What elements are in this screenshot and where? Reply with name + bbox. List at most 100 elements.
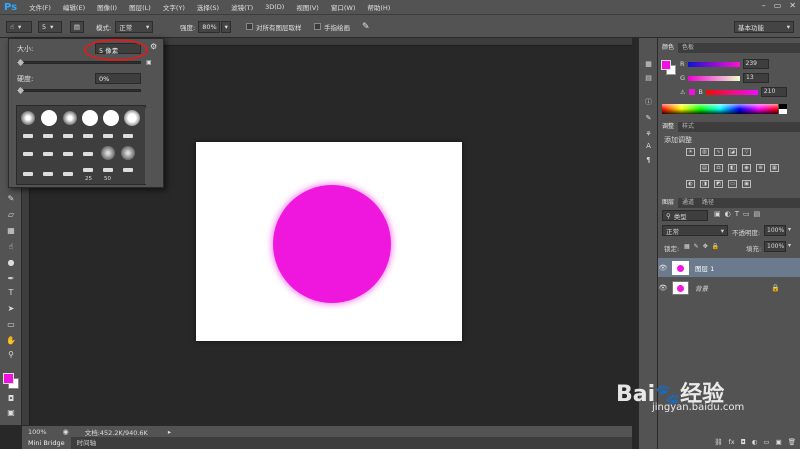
brush-preset-small[interactable] bbox=[43, 134, 53, 138]
status-menu-icon[interactable]: ◉ bbox=[63, 428, 69, 436]
b-value[interactable]: 210 bbox=[760, 87, 787, 97]
zoom-tool-icon[interactable]: ⚲ bbox=[5, 350, 17, 360]
new-layer-icon[interactable]: ▣ bbox=[776, 438, 782, 446]
link-layers-icon[interactable]: ⛓ bbox=[714, 438, 722, 446]
invert-icon[interactable]: ◐ bbox=[686, 180, 695, 188]
brush-preset-soft[interactable] bbox=[63, 111, 77, 125]
menu-type[interactable]: 文字(Y) bbox=[157, 2, 191, 12]
chevron-down-icon[interactable]: ▾ bbox=[788, 226, 791, 233]
menu-file[interactable]: 文件(F) bbox=[23, 2, 57, 12]
brush-preset-small[interactable] bbox=[23, 172, 33, 176]
brush-preset-hard[interactable] bbox=[82, 110, 98, 126]
strength-dropdown[interactable]: ▾ bbox=[221, 20, 232, 33]
brush-preset-small[interactable] bbox=[43, 172, 53, 176]
brush-preset-small[interactable] bbox=[83, 134, 93, 138]
status-arrow-icon[interactable]: ▸ bbox=[168, 428, 171, 436]
fx-icon[interactable]: fx bbox=[728, 438, 734, 446]
minimize-button[interactable]: – bbox=[762, 1, 766, 10]
mode-select[interactable]: 正常 ▾ bbox=[115, 20, 154, 33]
tab-mini-bridge[interactable]: Mini Bridge bbox=[22, 437, 71, 449]
brush-preset-soft[interactable] bbox=[101, 146, 115, 160]
menu-view[interactable]: 视图(V) bbox=[290, 2, 325, 12]
pressure-icon[interactable]: ✎ bbox=[362, 20, 370, 33]
sample-all-checkbox[interactable] bbox=[246, 23, 253, 30]
selective-color-icon[interactable]: ▣ bbox=[742, 180, 751, 188]
brush-grid-scrollbar[interactable] bbox=[145, 108, 151, 184]
tab-timeline[interactable]: 时间轴 bbox=[71, 437, 103, 449]
tab-adjustments[interactable]: 调整 bbox=[658, 122, 679, 132]
finger-paint-option[interactable]: 手指绘画 bbox=[314, 20, 350, 33]
type-tool-icon[interactable]: T bbox=[5, 288, 17, 298]
adjustment-layer-icon[interactable]: ◐ bbox=[752, 438, 758, 446]
color-balance-icon[interactable]: ⚖ bbox=[714, 164, 723, 172]
posterize-icon[interactable]: ◨ bbox=[700, 180, 709, 188]
hue-saturation-icon[interactable]: ▤ bbox=[700, 164, 709, 172]
screen-mode-icon[interactable]: ▣ bbox=[5, 408, 17, 418]
maximize-button[interactable]: ▭ bbox=[774, 1, 782, 10]
strength-input[interactable]: 80% bbox=[198, 20, 221, 33]
brush-preset-soft[interactable] bbox=[121, 146, 135, 160]
eraser-tool-icon[interactable]: ▱ bbox=[5, 210, 17, 220]
new-preset-icon[interactable]: ▣ bbox=[146, 59, 152, 66]
layer-name[interactable]: 图层 1 bbox=[695, 263, 714, 273]
zoom-level[interactable]: 100% bbox=[28, 428, 47, 436]
hand-tool-icon[interactable]: ✋ bbox=[5, 336, 17, 346]
pen-tool-icon[interactable]: ✒ bbox=[5, 274, 17, 284]
brush-size-picker[interactable]: 5 ▾ bbox=[38, 20, 62, 33]
brush-preset-small[interactable] bbox=[83, 152, 93, 156]
paragraph-icon[interactable]: ¶ bbox=[643, 156, 654, 165]
add-mask-icon[interactable]: ◘ bbox=[741, 438, 746, 446]
fill-input[interactable]: 100% bbox=[764, 241, 786, 252]
smudge-tool-icon[interactable]: ☝ bbox=[5, 242, 17, 252]
menu-edit[interactable]: 编辑(E) bbox=[57, 2, 91, 12]
brush-preset-small[interactable] bbox=[103, 134, 113, 138]
clone-source-icon[interactable]: ⚘ bbox=[643, 130, 654, 139]
gamut-swatch[interactable] bbox=[689, 89, 696, 95]
brush-panel-toggle[interactable]: ▤ bbox=[70, 20, 84, 33]
menu-layer[interactable]: 图层(L) bbox=[123, 2, 157, 12]
hardness-slider[interactable] bbox=[17, 89, 141, 92]
menu-3d[interactable]: 3D(D) bbox=[259, 3, 290, 11]
exposure-icon[interactable]: ◪ bbox=[728, 148, 737, 156]
foreground-color-swatch[interactable] bbox=[3, 373, 14, 384]
tab-channels[interactable]: 通道 bbox=[678, 198, 698, 208]
channel-mixer-icon[interactable]: ⊕ bbox=[756, 164, 765, 172]
chevron-down-icon[interactable]: ▾ bbox=[788, 242, 791, 249]
brush-preset-small[interactable] bbox=[63, 172, 73, 176]
trash-icon[interactable]: 🗑 bbox=[788, 438, 796, 446]
levels-icon[interactable]: ▥ bbox=[700, 148, 709, 156]
brush-preset-small[interactable] bbox=[23, 134, 33, 138]
layer-filter-icons[interactable]: ▣◐T▭▤ bbox=[714, 210, 764, 218]
curves-icon[interactable]: ∿ bbox=[714, 148, 723, 156]
size-slider[interactable] bbox=[17, 61, 141, 64]
green-slider[interactable] bbox=[688, 75, 741, 81]
photo-filter-icon[interactable]: ◉ bbox=[742, 164, 751, 172]
tab-paths[interactable]: 路径 bbox=[698, 198, 718, 208]
new-group-icon[interactable]: ▭ bbox=[763, 438, 769, 446]
tab-color[interactable]: 颜色 bbox=[658, 43, 679, 53]
blend-mode-select[interactable]: 正常 ▾ bbox=[662, 225, 728, 236]
brush-preset-hard[interactable] bbox=[41, 110, 57, 126]
eye-icon[interactable]: 👁 bbox=[658, 264, 668, 272]
layer-name[interactable]: 背景 bbox=[695, 283, 708, 293]
brush-preset-soft[interactable] bbox=[21, 111, 35, 125]
menu-filter[interactable]: 滤镜(T) bbox=[225, 2, 259, 12]
lock-icons[interactable]: ▦✎✥🔒 bbox=[684, 243, 723, 250]
tab-swatches[interactable]: 色板 bbox=[678, 43, 698, 53]
black-white-icon[interactable]: ◧ bbox=[728, 164, 737, 172]
brush-preset-small[interactable] bbox=[103, 168, 113, 172]
close-button[interactable]: ✕ bbox=[789, 1, 796, 10]
info-icon[interactable]: ⓘ bbox=[643, 98, 654, 107]
finger-paint-checkbox[interactable] bbox=[314, 23, 321, 30]
brush-preset-soft[interactable] bbox=[124, 110, 140, 126]
color-spectrum-ramp[interactable] bbox=[662, 104, 778, 114]
tool-preset-picker[interactable]: ☝ ▾ bbox=[6, 20, 32, 33]
layer-filter-select[interactable]: ⚲ 类型 bbox=[662, 210, 708, 221]
r-value[interactable]: 239 bbox=[742, 59, 769, 69]
menu-window[interactable]: 窗口(W) bbox=[325, 2, 362, 12]
sample-all-layers-option[interactable]: 对所有图层取样 bbox=[246, 20, 302, 33]
opacity-input[interactable]: 100% bbox=[764, 225, 786, 236]
tab-styles[interactable]: 样式 bbox=[678, 122, 698, 132]
dodge-tool-icon[interactable]: ● bbox=[5, 258, 17, 268]
rectangle-tool-icon[interactable]: ▭ bbox=[5, 320, 17, 330]
